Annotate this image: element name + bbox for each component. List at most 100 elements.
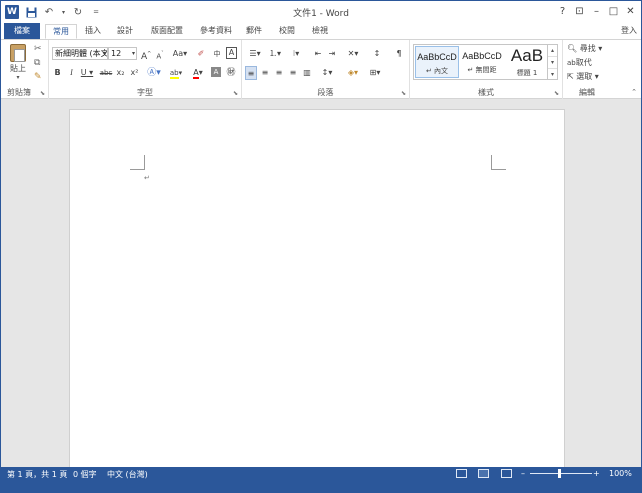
ribbon-display-button[interactable]: ⊡: [571, 3, 588, 20]
shrink-font-button[interactable]: Aˇ: [155, 47, 165, 61]
maximize-button[interactable]: □: [605, 3, 622, 20]
numbering-icon[interactable]: ⒈▾: [266, 47, 284, 61]
collapse-ribbon-icon[interactable]: ⌃: [631, 88, 637, 96]
word-count[interactable]: 0 個字: [73, 469, 97, 480]
styles-group-label: 樣式: [478, 88, 494, 97]
font-color-icon[interactable]: A▾: [190, 66, 206, 80]
tab-file[interactable]: 檔案: [4, 23, 40, 39]
select-button[interactable]: ⇱ 選取 ▾: [567, 71, 599, 82]
language[interactable]: 中文 (台灣): [107, 469, 148, 480]
zoom-level[interactable]: 100%: [609, 469, 632, 478]
tab-layout[interactable]: 版面配置: [147, 24, 187, 39]
tab-insert[interactable]: 插入: [81, 24, 105, 39]
character-border-icon[interactable]: A: [226, 47, 237, 59]
styles-up-icon[interactable]: ▴: [548, 45, 557, 57]
clear-formatting-icon[interactable]: ✐: [196, 47, 206, 61]
sort-icon[interactable]: ↕: [370, 47, 384, 61]
document-area: ↵: [1, 99, 641, 469]
show-hide-marks-icon[interactable]: ¶: [393, 47, 405, 61]
justify-icon[interactable]: ≡: [287, 66, 299, 80]
style-heading-1[interactable]: AaB 標題 1: [505, 46, 549, 78]
italic-button[interactable]: I: [67, 66, 76, 80]
align-right-icon[interactable]: ≡: [273, 66, 285, 80]
line-spacing-icon[interactable]: ↕▾: [318, 66, 336, 80]
font-group: 新細明體 (本文 ▾ 12 ▾ A^ Aˇ Aa▾ ✐ 中 A B I U ▾ ab…: [49, 40, 242, 99]
style-no-spacing-name: ↵ 無間距: [467, 66, 497, 74]
character-shading-icon[interactable]: A: [211, 67, 221, 77]
font-size-combo[interactable]: 12 ▾: [108, 47, 137, 60]
close-button[interactable]: ✕: [622, 3, 639, 20]
minimize-button[interactable]: –: [588, 3, 605, 20]
phonetic-guide-icon[interactable]: 中: [210, 47, 224, 61]
tab-references[interactable]: 參考資料: [196, 24, 236, 39]
zoom-slider[interactable]: [530, 473, 592, 474]
replace-button[interactable]: ab取代: [567, 57, 592, 68]
font-name-combo[interactable]: 新細明體 (本文 ▾: [52, 47, 108, 60]
change-case-button[interactable]: Aa▾: [171, 47, 189, 61]
paragraph-launcher-icon[interactable]: ⬊: [401, 90, 406, 97]
styles-launcher-icon[interactable]: ⬊: [554, 90, 559, 97]
style-no-spacing[interactable]: AaBbCcD ↵ 無間距: [460, 46, 504, 78]
style-normal[interactable]: AaBbCcD ↵ 內文: [415, 46, 459, 78]
cut-icon[interactable]: ✂: [34, 44, 42, 54]
document-page[interactable]: ↵: [69, 109, 565, 469]
web-layout-icon[interactable]: [501, 469, 512, 478]
paste-icon: [10, 44, 26, 62]
clipboard-launcher-icon[interactable]: ⬊: [40, 90, 45, 97]
find-button[interactable]: 🔍︎ 尋找 ▾: [567, 43, 602, 54]
bullets-icon[interactable]: ☰▾: [246, 47, 264, 61]
tab-design[interactable]: 設計: [113, 24, 137, 39]
font-name-dropdown-icon: ▾: [102, 50, 106, 57]
tab-home[interactable]: 常用: [45, 24, 77, 39]
tab-view[interactable]: 檢視: [310, 24, 330, 39]
paste-button[interactable]: 貼上 ▾: [7, 44, 29, 81]
underline-label: U: [80, 68, 87, 77]
sign-in-link[interactable]: 登入: [621, 25, 637, 36]
strikethrough-button[interactable]: abc: [99, 66, 113, 80]
grow-font-button[interactable]: A^: [141, 47, 151, 62]
align-left-icon[interactable]: ≡: [245, 66, 257, 80]
asian-layout-icon[interactable]: ✕▾: [344, 47, 362, 61]
styles-scroll: ▴ ▾ ▾: [548, 44, 558, 80]
read-mode-icon[interactable]: [456, 469, 467, 478]
increase-indent-icon[interactable]: ⇥: [326, 47, 338, 61]
style-no-spacing-sample: AaBbCcD: [462, 51, 502, 61]
distributed-icon[interactable]: ▥: [301, 66, 313, 80]
paste-dropdown-icon: ▾: [16, 74, 20, 81]
styles-down-icon[interactable]: ▾: [548, 57, 557, 69]
decrease-indent-icon[interactable]: ⇤: [312, 47, 324, 61]
tab-mailings[interactable]: 郵件: [244, 24, 264, 39]
align-center-icon[interactable]: ≡: [259, 66, 271, 80]
title-bar: W ↶ ▾ ↻ = 文件1 - Word ? ⊡ – □ ✕: [1, 1, 641, 23]
style-normal-sample: AaBbCcD: [417, 52, 457, 62]
font-launcher-icon[interactable]: ⬊: [233, 90, 238, 97]
style-heading-1-name: 標題 1: [516, 69, 538, 77]
font-size-dropdown-icon: ▾: [131, 50, 135, 57]
change-case-label: Aa: [172, 49, 184, 58]
bold-button[interactable]: B: [53, 66, 62, 80]
print-layout-icon[interactable]: [478, 469, 489, 478]
zoom-out-button[interactable]: –: [521, 469, 525, 478]
find-icon: 🔍︎: [567, 44, 578, 53]
format-painter-icon[interactable]: ✎: [34, 72, 42, 82]
underline-button[interactable]: U ▾: [80, 66, 94, 80]
copy-icon[interactable]: ⧉: [34, 58, 40, 68]
text-effects-icon[interactable]: Ⓐ▾: [147, 66, 161, 80]
font-name-value: 新細明體 (本文: [55, 49, 108, 58]
superscript-button[interactable]: x²: [129, 66, 140, 80]
shading-icon[interactable]: ◈▾: [344, 66, 362, 80]
zoom-in-button[interactable]: +: [593, 469, 600, 478]
help-button[interactable]: ?: [554, 3, 571, 20]
page-count[interactable]: 第 1 頁，共 1 頁: [7, 469, 67, 480]
zoom-slider-thumb[interactable]: [558, 469, 561, 478]
multilevel-list-icon[interactable]: ⁝▾: [286, 47, 306, 61]
styles-more-icon[interactable]: ▾: [548, 69, 557, 81]
font-size-value: 12: [111, 49, 122, 58]
paste-label: 貼上: [10, 64, 26, 73]
borders-icon[interactable]: ⊞▾: [366, 66, 384, 80]
enclose-characters-icon[interactable]: ㊖: [225, 66, 237, 80]
highlight-color-icon[interactable]: ab▾: [167, 66, 185, 80]
style-normal-name: ↵ 內文: [425, 67, 449, 75]
subscript-button[interactable]: x₂: [115, 66, 126, 80]
tab-review[interactable]: 校閱: [277, 24, 297, 39]
